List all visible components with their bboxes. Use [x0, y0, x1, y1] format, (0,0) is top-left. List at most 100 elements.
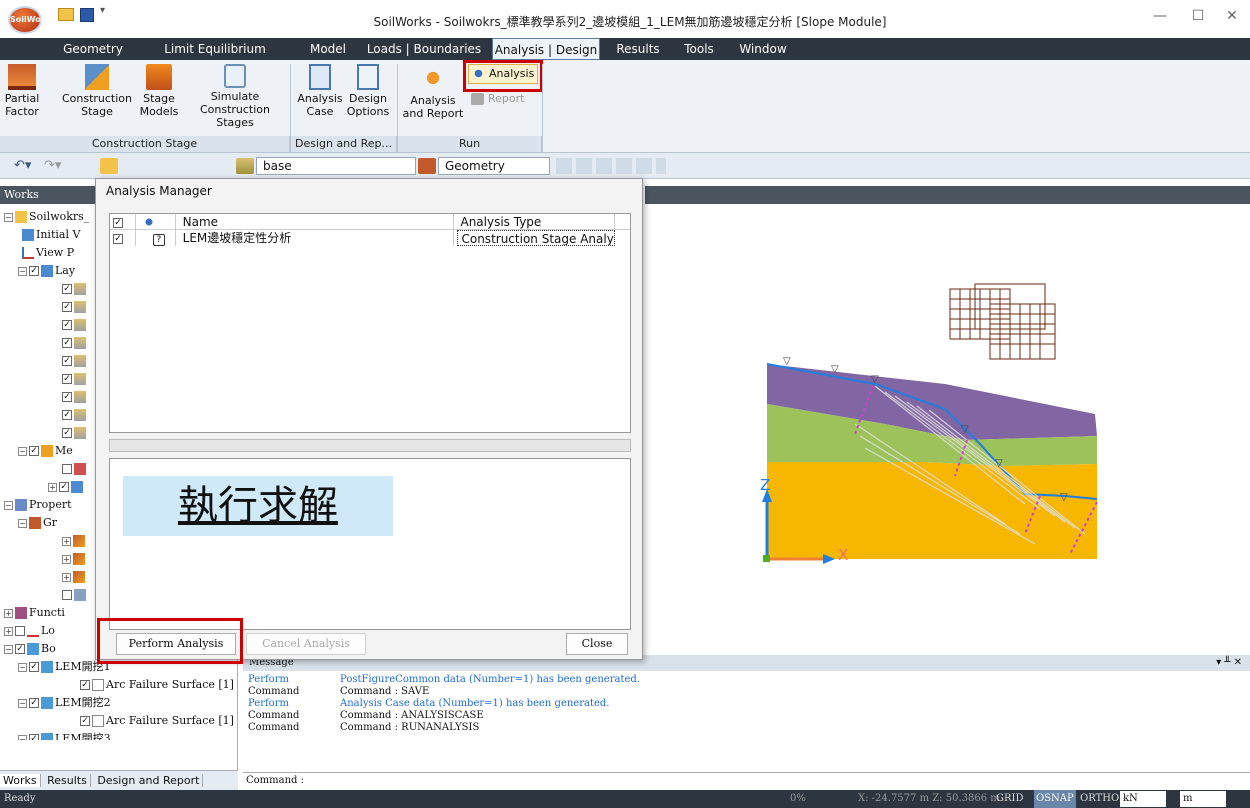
header-check-cell[interactable]: ✓: [110, 214, 136, 230]
axis-z-label: Z: [760, 476, 771, 494]
tree-checkbox[interactable]: ✓: [62, 374, 72, 384]
tree-checkbox[interactable]: [62, 590, 72, 600]
tree-checkbox[interactable]: [62, 464, 72, 474]
collapse-icon[interactable]: −: [18, 266, 27, 276]
analysis-row[interactable]: ✓ ? LEM邊坡穩定性分析 Construction Stage Analys…: [110, 230, 630, 246]
collapse-icon[interactable]: −: [18, 446, 27, 456]
tree-checkbox[interactable]: ✓: [62, 302, 72, 312]
force-unit-select[interactable]: kN: [1120, 791, 1166, 807]
tree-item[interactable]: − ✓ LEM開挖2: [4, 694, 236, 712]
layer-item-icon: [74, 301, 86, 313]
group-design-report: Design and Rep...: [291, 136, 397, 152]
view-combo[interactable]: Geometry: [438, 157, 550, 175]
model-viewport[interactable]: ▽ ▽ ▽ ▽ ▽ ▽: [645, 204, 1250, 646]
ribbon-separator: [542, 64, 543, 152]
status-coords: X: -24.7577 m Z: 50.3866 m: [858, 793, 1000, 804]
grid-toggle[interactable]: GRID: [996, 790, 1024, 808]
layer-combo[interactable]: base: [256, 157, 416, 175]
stage-models-button[interactable]: Stage Models: [134, 64, 184, 118]
expand-icon[interactable]: +: [4, 626, 13, 636]
tree-checkbox[interactable]: ✓: [80, 716, 90, 726]
osnap-toggle[interactable]: OSNAP: [1034, 790, 1076, 808]
analysis-report-button[interactable]: Analysis and Report: [400, 64, 466, 120]
tree-checkbox[interactable]: ✓: [29, 266, 39, 276]
layer-icon[interactable]: [236, 158, 254, 174]
menu-tools[interactable]: Tools: [676, 38, 722, 60]
collapse-icon[interactable]: −: [18, 734, 27, 740]
row-checkbox[interactable]: ✓: [113, 233, 123, 244]
cancel-analysis-button[interactable]: Cancel Analysis: [246, 633, 366, 655]
redo-icon[interactable]: ↷▾: [44, 158, 68, 174]
tree-item[interactable]: − ✓ LEM開挖3: [4, 730, 236, 740]
menu-window[interactable]: Window: [732, 38, 794, 60]
tree-checkbox[interactable]: [15, 626, 25, 636]
close-button[interactable]: ✕: [1212, 8, 1250, 28]
tree-checkbox[interactable]: ✓: [62, 410, 72, 420]
partial-factor-button[interactable]: Partial Factor: [2, 64, 42, 118]
tab-results[interactable]: Results: [44, 774, 91, 787]
command-line[interactable]: Command :: [243, 772, 1250, 788]
chevron-down-icon[interactable]: ▾: [100, 5, 110, 19]
tree-item[interactable]: ✓ Arc Failure Surface [1]: [4, 712, 236, 730]
geometry-icon[interactable]: [418, 158, 436, 174]
folder-icon[interactable]: [58, 8, 74, 21]
tree-checkbox[interactable]: ✓: [62, 284, 72, 294]
close-dialog-button[interactable]: Close: [566, 633, 628, 655]
tree-checkbox[interactable]: ✓: [62, 392, 72, 402]
tree-checkbox[interactable]: ✓: [29, 662, 39, 672]
panel-controls-icon[interactable]: ▾ ╨ ✕: [1216, 655, 1242, 671]
expand-icon[interactable]: +: [62, 554, 71, 564]
analysis-manager-dialog: Analysis Manager ✓ Name Analysis Type ✓ …: [95, 178, 643, 660]
row-check-cell[interactable]: ✓: [110, 230, 136, 246]
view-tool-icons[interactable]: [556, 158, 666, 174]
tree-checkbox[interactable]: ✓: [80, 680, 90, 690]
menu-results[interactable]: Results: [610, 38, 666, 60]
menu-geometry[interactable]: Geometry: [60, 38, 126, 60]
tree-item-label: View P: [36, 246, 75, 259]
tree-checkbox[interactable]: ✓: [29, 446, 39, 456]
tree-item[interactable]: ✓ Arc Failure Surface [1]: [4, 676, 236, 694]
minimize-button[interactable]: —: [1140, 8, 1180, 28]
undo-icon[interactable]: ↶▾: [14, 158, 38, 174]
message-row: Perform PostFigureCommon data (Number=1) …: [248, 674, 1238, 686]
construction-stage-button[interactable]: Construction Stage: [60, 64, 134, 118]
simulate-button[interactable]: Simulate Construction Stages: [182, 64, 288, 129]
save-icon[interactable]: [80, 8, 94, 22]
collapse-icon[interactable]: −: [4, 500, 13, 510]
length-unit-select[interactable]: m: [1180, 791, 1226, 807]
collapse-icon[interactable]: −: [4, 644, 13, 654]
menu-lem[interactable]: Limit Equilibrium Method: [140, 38, 290, 78]
tree-checkbox[interactable]: ✓: [62, 428, 72, 438]
analysis-list[interactable]: ✓ Name Analysis Type ✓ ? LEM邊坡穩定性分析 Cons…: [109, 213, 631, 433]
tab-works[interactable]: Works: [0, 774, 41, 787]
tree-checkbox[interactable]: ✓: [15, 644, 25, 654]
tree-checkbox[interactable]: ✓: [29, 698, 39, 708]
tree-checkbox[interactable]: ✓: [62, 338, 72, 348]
collapse-icon[interactable]: −: [4, 212, 13, 222]
run-report-button[interactable]: Report: [468, 90, 538, 108]
tree-checkbox[interactable]: ✓: [59, 482, 69, 492]
ortho-toggle[interactable]: ORTHO: [1080, 790, 1119, 808]
ground-icon: [29, 517, 41, 529]
expand-icon[interactable]: +: [62, 572, 71, 582]
expand-icon[interactable]: +: [62, 536, 71, 546]
collapse-icon[interactable]: −: [18, 662, 27, 672]
select-all-checkbox[interactable]: ✓: [113, 217, 123, 228]
select-tool-icon[interactable]: [100, 158, 118, 174]
menu-analysis-design[interactable]: Analysis | Design: [492, 38, 600, 60]
app-logo[interactable]: SoilWorks: [8, 6, 55, 34]
column-analysis-type[interactable]: Analysis Type: [457, 214, 616, 230]
column-name[interactable]: Name: [180, 214, 454, 230]
collapse-icon[interactable]: −: [18, 518, 27, 528]
collapse-icon[interactable]: −: [18, 698, 27, 708]
tree-checkbox[interactable]: ✓: [62, 356, 72, 366]
expand-icon[interactable]: +: [4, 608, 13, 618]
tab-design-report[interactable]: Design and Report: [94, 774, 204, 787]
design-options-button[interactable]: Design Options: [344, 64, 392, 118]
tree-checkbox[interactable]: ✓: [62, 320, 72, 330]
menu-model[interactable]: Model: [300, 38, 356, 60]
menu-loads-boundaries[interactable]: Loads | Boundaries: [366, 38, 482, 60]
tree-checkbox[interactable]: ✓: [29, 734, 39, 740]
expand-icon[interactable]: +: [48, 482, 57, 492]
analysis-case-button[interactable]: Analysis Case: [296, 64, 344, 118]
